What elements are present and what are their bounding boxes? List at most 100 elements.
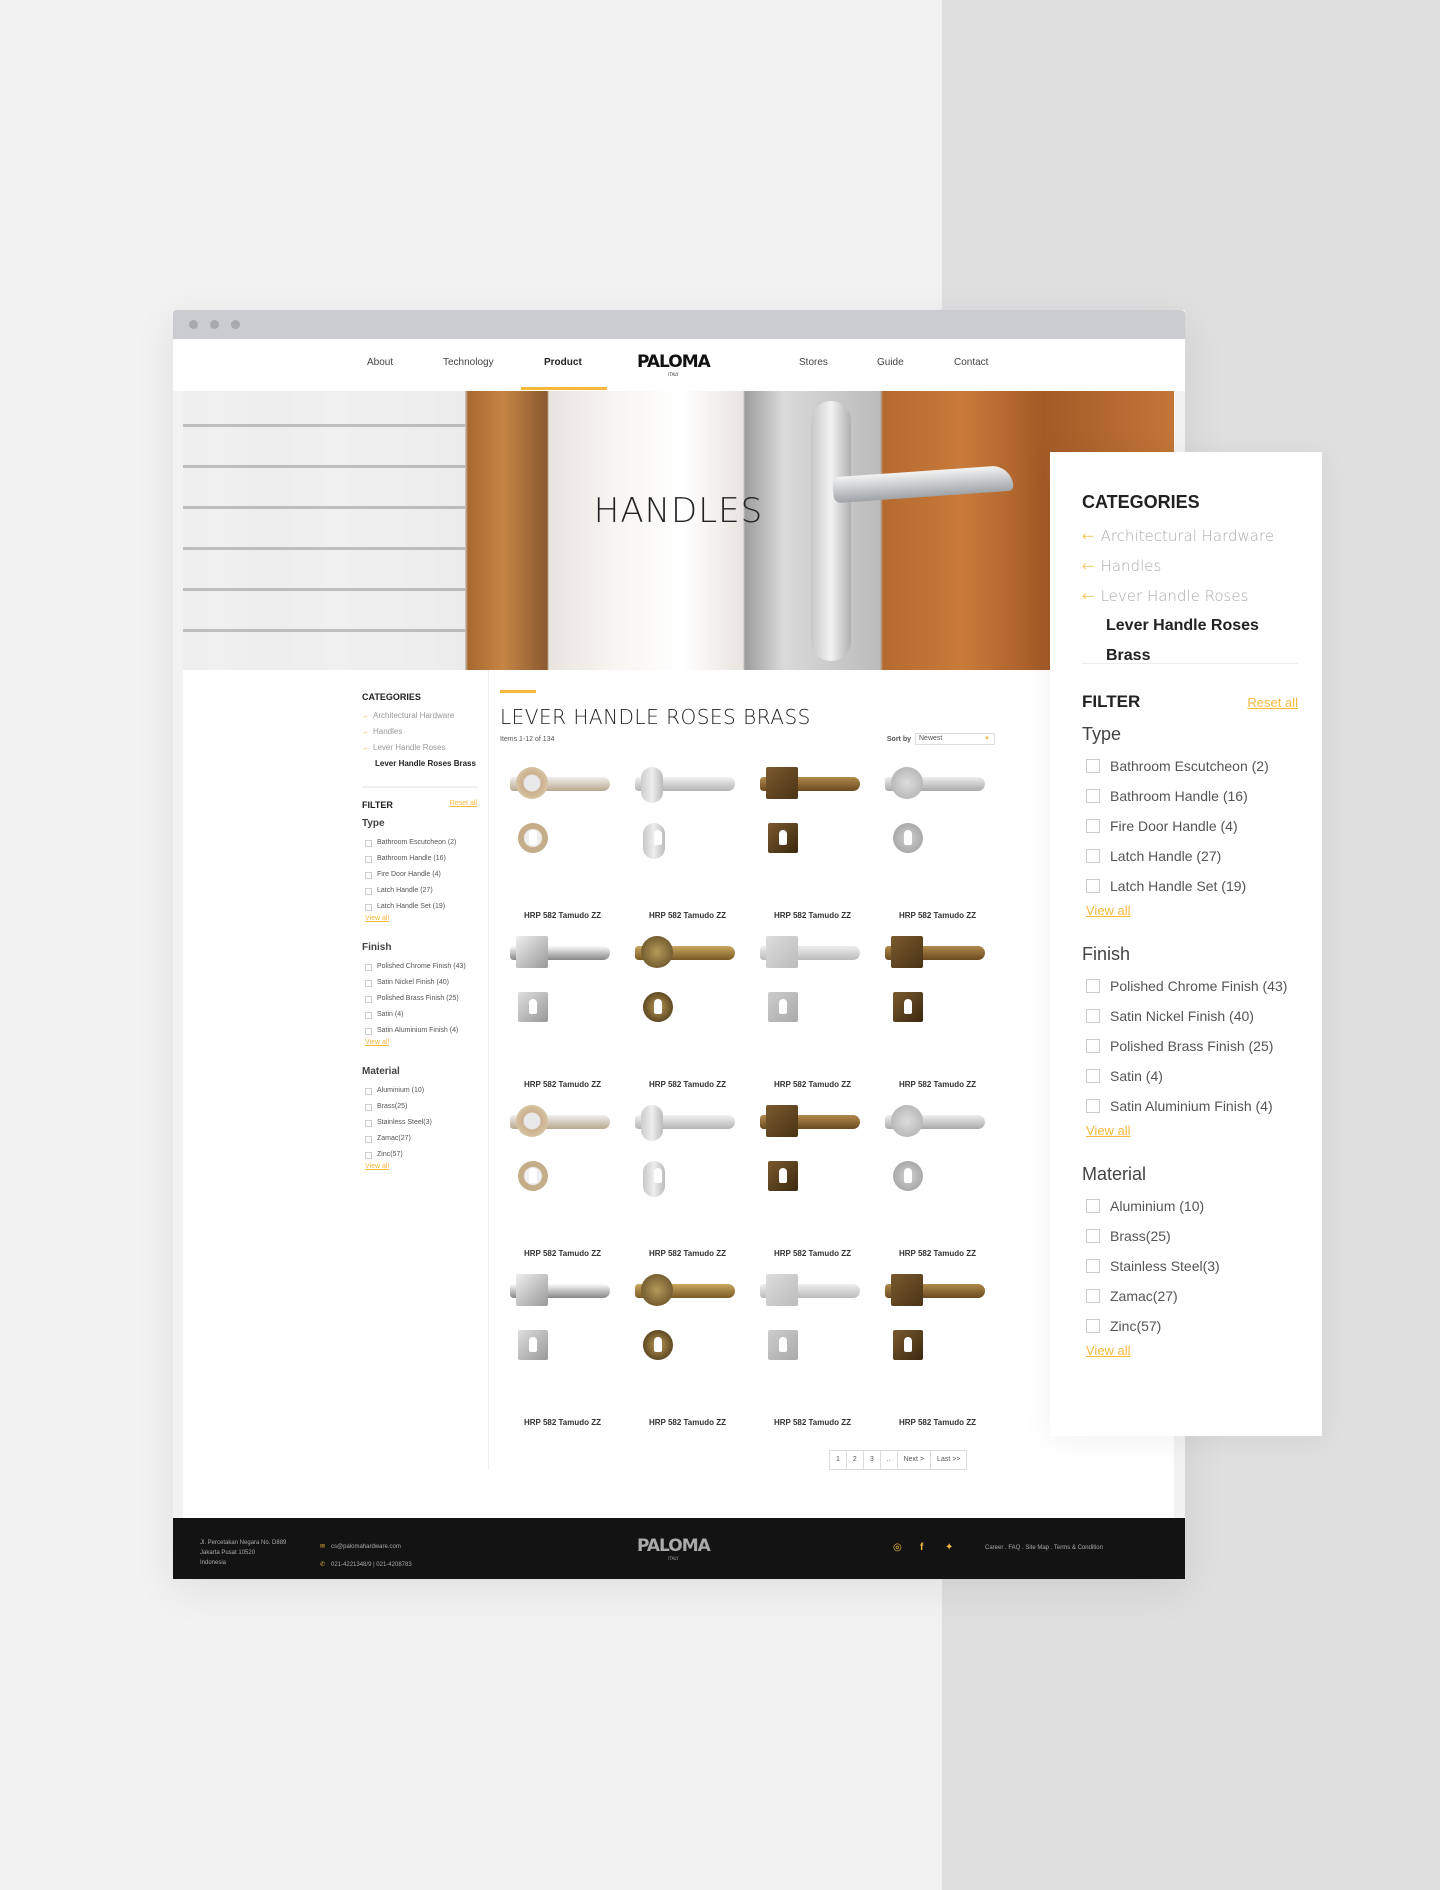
filter-option[interactable]: Stainless Steel(3) xyxy=(1082,1251,1298,1281)
product-name[interactable]: HRP 582 Tamudo ZZ xyxy=(625,1249,750,1258)
checkbox[interactable] xyxy=(365,1151,372,1159)
product-card[interactable]: HRP 582 Tamudo ZZ xyxy=(750,763,875,923)
checkbox[interactable] xyxy=(1086,879,1100,893)
page-3[interactable]: 3 xyxy=(864,1451,881,1469)
nav-product[interactable]: Product xyxy=(544,357,582,368)
view-all-link[interactable]: View all xyxy=(365,915,477,922)
checkbox[interactable] xyxy=(365,839,372,847)
nav-contact[interactable]: Contact xyxy=(954,357,988,368)
product-name[interactable]: HRP 582 Tamudo ZZ xyxy=(625,911,750,920)
filter-option[interactable]: Zinc(57) xyxy=(362,1147,477,1163)
checkbox[interactable] xyxy=(365,995,372,1003)
filter-option[interactable]: Bathroom Escutcheon (2) xyxy=(1082,751,1298,781)
category-link[interactable]: ← Architectural Hardware xyxy=(1082,521,1298,551)
filter-option[interactable]: Fire Door Handle (4) xyxy=(362,867,477,883)
filter-option[interactable]: Polished Brass Finish (25) xyxy=(362,991,477,1007)
product-card[interactable]: HRP 582 Tamudo ZZ xyxy=(625,932,750,1092)
checkbox[interactable] xyxy=(1086,979,1100,993)
category-link[interactable]: ← Lever Handle Roses xyxy=(362,740,477,756)
instagram-icon[interactable]: ◎ xyxy=(893,1542,902,1553)
nav-technology[interactable]: Technology xyxy=(443,357,494,368)
product-card[interactable]: HRP 582 Tamudo ZZ xyxy=(875,763,1000,923)
filter-option[interactable]: Stainless Steel(3) xyxy=(362,1115,477,1131)
checkbox[interactable] xyxy=(365,963,372,971)
window-dot[interactable] xyxy=(231,320,240,329)
filter-option[interactable]: Polished Chrome Finish (43) xyxy=(1082,971,1298,1001)
checkbox[interactable] xyxy=(1086,789,1100,803)
view-all-link[interactable]: View all xyxy=(365,1039,477,1046)
last-page[interactable]: Last >> xyxy=(931,1451,966,1469)
product-card[interactable]: HRP 582 Tamudo ZZ xyxy=(875,932,1000,1092)
product-name[interactable]: HRP 582 Tamudo ZZ xyxy=(625,1418,750,1427)
sort-select[interactable]: Newest ▼ xyxy=(915,733,995,745)
checkbox[interactable] xyxy=(1086,759,1100,773)
paloma-logo[interactable]: PALOMA ITALY xyxy=(637,352,711,377)
filter-option[interactable]: Latch Handle Set (19) xyxy=(362,899,477,915)
reset-all-link[interactable]: Reset all xyxy=(1247,695,1298,710)
product-name[interactable]: HRP 582 Tamudo ZZ xyxy=(875,1249,1000,1258)
checkbox[interactable] xyxy=(365,855,372,863)
view-all-link[interactable]: View all xyxy=(1086,1343,1298,1358)
filter-option[interactable]: Brass(25) xyxy=(362,1099,477,1115)
product-name[interactable]: HRP 582 Tamudo ZZ xyxy=(750,911,875,920)
product-name[interactable]: HRP 582 Tamudo ZZ xyxy=(500,1080,625,1089)
product-name[interactable]: HRP 582 Tamudo ZZ xyxy=(750,1418,875,1427)
filter-option[interactable]: Bathroom Handle (16) xyxy=(1082,781,1298,811)
page-2[interactable]: 2 xyxy=(847,1451,864,1469)
checkbox[interactable] xyxy=(365,1135,372,1143)
checkbox[interactable] xyxy=(365,887,372,895)
filter-option[interactable]: Zamac(27) xyxy=(1082,1281,1298,1311)
checkbox[interactable] xyxy=(1086,1259,1100,1273)
checkbox[interactable] xyxy=(365,1119,372,1127)
filter-option[interactable]: Zamac(27) xyxy=(362,1131,477,1147)
checkbox[interactable] xyxy=(365,1027,372,1035)
checkbox[interactable] xyxy=(1086,849,1100,863)
product-card[interactable]: HRP 582 Tamudo ZZ xyxy=(500,1270,625,1430)
product-card[interactable]: HRP 582 Tamudo ZZ xyxy=(500,763,625,923)
checkbox[interactable] xyxy=(365,903,372,911)
checkbox[interactable] xyxy=(1086,1289,1100,1303)
product-name[interactable]: HRP 582 Tamudo ZZ xyxy=(500,1418,625,1427)
window-dot[interactable] xyxy=(189,320,198,329)
nav-guide[interactable]: Guide xyxy=(877,357,904,368)
filter-option[interactable]: Polished Brass Finish (25) xyxy=(1082,1031,1298,1061)
category-link[interactable]: ← Lever Handle Roses xyxy=(1082,581,1298,611)
next-page[interactable]: Next > xyxy=(898,1451,932,1469)
checkbox[interactable] xyxy=(365,1103,372,1111)
checkbox[interactable] xyxy=(1086,1229,1100,1243)
checkbox[interactable] xyxy=(1086,1039,1100,1053)
view-all-link[interactable]: View all xyxy=(1086,1123,1298,1138)
reset-all-link[interactable]: Reset all xyxy=(450,800,477,810)
product-card[interactable]: HRP 582 Tamudo ZZ xyxy=(750,1270,875,1430)
footer-email[interactable]: cs@palomahardware.com xyxy=(331,1544,401,1550)
product-card[interactable]: HRP 582 Tamudo ZZ xyxy=(625,1101,750,1261)
checkbox[interactable] xyxy=(365,871,372,879)
window-dot[interactable] xyxy=(210,320,219,329)
product-name[interactable]: HRP 582 Tamudo ZZ xyxy=(875,1080,1000,1089)
product-name[interactable]: HRP 582 Tamudo ZZ xyxy=(875,911,1000,920)
checkbox[interactable] xyxy=(1086,1199,1100,1213)
product-name[interactable]: HRP 582 Tamudo ZZ xyxy=(500,1249,625,1258)
footer-links[interactable]: Career . FAQ . Site Map . Terms & Condit… xyxy=(985,1545,1103,1551)
nav-stores[interactable]: Stores xyxy=(799,357,828,368)
checkbox[interactable] xyxy=(1086,1069,1100,1083)
product-name[interactable]: HRP 582 Tamudo ZZ xyxy=(625,1080,750,1089)
facebook-icon[interactable]: f xyxy=(920,1542,923,1553)
filter-option[interactable]: Satin Aluminium Finish (4) xyxy=(362,1023,477,1039)
twitter-icon[interactable]: ✦ xyxy=(945,1542,953,1553)
category-link[interactable]: ← Handles xyxy=(362,724,477,740)
filter-option[interactable]: Fire Door Handle (4) xyxy=(1082,811,1298,841)
category-link[interactable]: ← Architectural Hardware xyxy=(362,708,477,724)
filter-option[interactable]: Latch Handle (27) xyxy=(1082,841,1298,871)
product-card[interactable]: HRP 582 Tamudo ZZ xyxy=(625,763,750,923)
filter-option[interactable]: Aluminium (10) xyxy=(362,1083,477,1099)
category-link[interactable]: ← Handles xyxy=(1082,551,1298,581)
footer-logo[interactable]: PALOMA ITALY xyxy=(637,1536,711,1561)
product-card[interactable]: HRP 582 Tamudo ZZ xyxy=(500,932,625,1092)
product-card[interactable]: HRP 582 Tamudo ZZ xyxy=(625,1270,750,1430)
filter-option[interactable]: Satin Nickel Finish (40) xyxy=(1082,1001,1298,1031)
filter-option[interactable]: Zinc(57) xyxy=(1082,1311,1298,1341)
product-card[interactable]: HRP 582 Tamudo ZZ xyxy=(875,1101,1000,1261)
checkbox[interactable] xyxy=(1086,819,1100,833)
filter-option[interactable]: Bathroom Escutcheon (2) xyxy=(362,835,477,851)
